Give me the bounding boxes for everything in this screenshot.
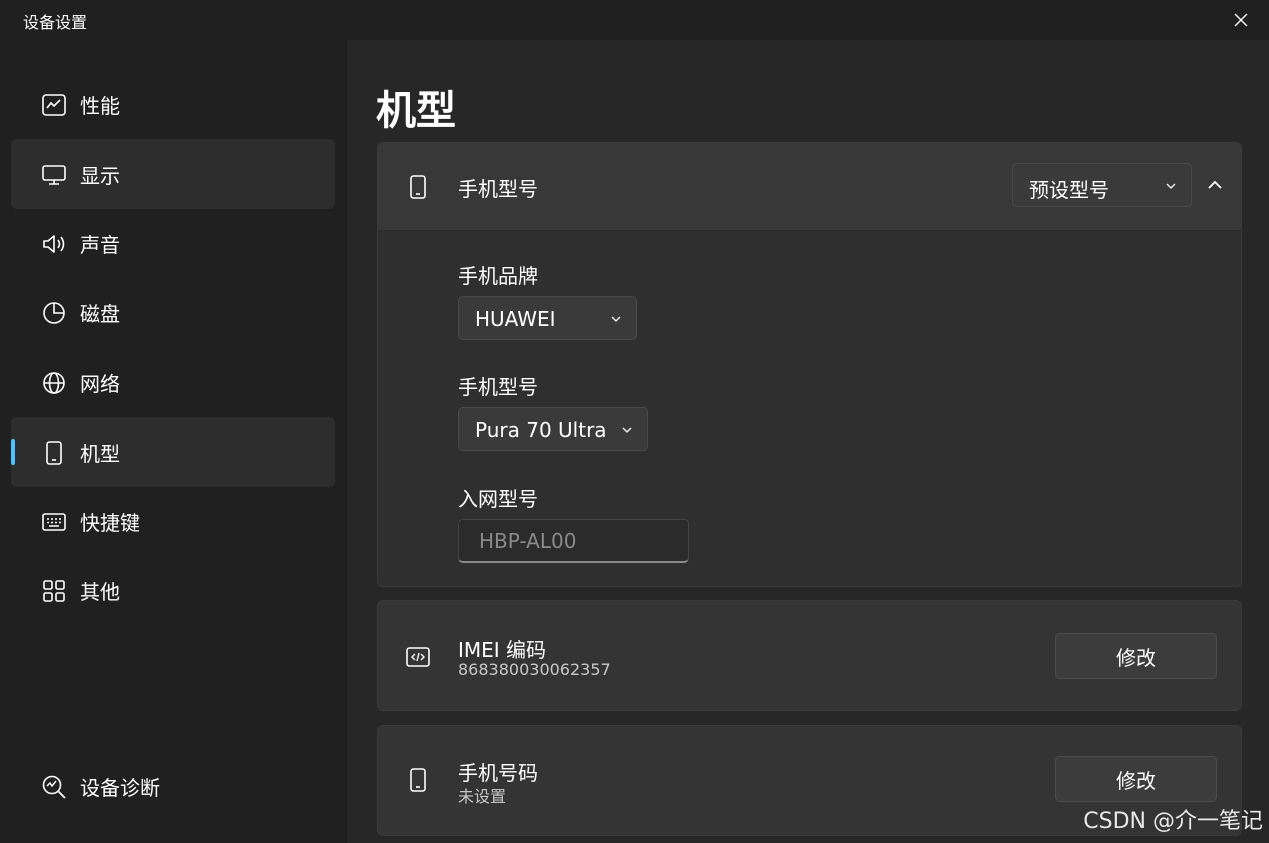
grid-icon: [40, 577, 68, 605]
sidebar-item-label: 显示: [80, 164, 120, 188]
window-title: 设备设置: [23, 13, 88, 32]
model-card-header[interactable]: 手机型号 预设型号: [378, 143, 1241, 231]
chevron-up-icon: [1208, 180, 1222, 189]
sidebar-item-label: 其他: [80, 580, 120, 604]
sidebar-item-display[interactable]: 显示: [11, 139, 335, 209]
sidebar-item-label: 机型: [80, 442, 120, 466]
chevron-down-icon: [622, 427, 632, 433]
close-icon: [1234, 13, 1248, 27]
sidebar-item-label: 性能: [80, 94, 120, 118]
page-title: 机型: [376, 88, 456, 134]
model-card: 手机型号 预设型号 手机品牌 HUAWEI 手机型号 Pura 70 Ultra: [377, 142, 1242, 587]
phone-icon: [404, 173, 432, 201]
sidebar-item-diagnostics[interactable]: 设备诊断: [11, 751, 335, 821]
sidebar-item-label: 设备诊断: [80, 776, 160, 800]
sidebar-item-sound[interactable]: 声音: [11, 208, 335, 278]
model-label: 手机型号: [458, 375, 538, 399]
sidebar: 性能 显示 声音 磁盘 网络 机型 快捷键 其他 设备诊断: [0, 40, 347, 843]
sidebar-item-network[interactable]: 网络: [11, 347, 335, 417]
chevron-down-icon: [611, 316, 621, 322]
model-value: Pura 70 Ultra: [475, 418, 607, 442]
brand-label: 手机品牌: [458, 264, 538, 288]
phone-icon: [40, 439, 68, 467]
close-button[interactable]: [1213, 0, 1269, 40]
network-model-field[interactable]: [458, 519, 689, 563]
brand-dropdown[interactable]: HUAWEI: [458, 296, 637, 340]
sidebar-item-disk[interactable]: 磁盘: [11, 277, 335, 347]
phone-number-title: 手机号码: [458, 761, 538, 785]
network-model-input[interactable]: [459, 520, 688, 561]
speaker-icon: [40, 230, 68, 258]
edit-phone-number-button[interactable]: 修改: [1055, 756, 1217, 802]
monitor-icon: [40, 161, 68, 189]
brand-value: HUAWEI: [475, 307, 556, 331]
imei-card: IMEI 编码 868380030062357 修改: [377, 600, 1242, 711]
sidebar-item-shortcuts[interactable]: 快捷键: [11, 486, 335, 556]
diagnostics-icon: [40, 773, 68, 801]
sidebar-item-label: 磁盘: [80, 302, 120, 326]
model-card-title: 手机型号: [458, 177, 538, 201]
sidebar-item-performance[interactable]: 性能: [11, 69, 335, 139]
active-indicator: [11, 439, 15, 465]
imei-value: 868380030062357: [458, 660, 611, 679]
sidebar-item-label: 快捷键: [80, 511, 140, 535]
code-icon: [404, 643, 432, 671]
preset-model-value: 预设型号: [1029, 178, 1109, 202]
sidebar-item-other[interactable]: 其他: [11, 555, 335, 625]
title-bar: 设备设置: [0, 0, 1269, 40]
edit-imei-button[interactable]: 修改: [1055, 633, 1217, 679]
model-dropdown[interactable]: Pura 70 Ultra: [458, 407, 648, 451]
sidebar-item-label: 声音: [80, 233, 120, 257]
main-pane: 机型 手机型号 预设型号 手机品牌 HUAWEI 手机型号 Pura 70 Ul…: [347, 40, 1269, 843]
phone-number-value: 未设置: [458, 787, 507, 806]
device-settings-window: 设备设置 性能 显示 声音 磁盘 网络 机型 快捷键 其他 设备诊断 机型 手机…: [0, 0, 1269, 843]
globe-icon: [40, 369, 68, 397]
network-model-label: 入网型号: [458, 487, 538, 511]
sidebar-item-model[interactable]: 机型: [11, 417, 335, 487]
collapse-button[interactable]: [1200, 170, 1230, 200]
keyboard-icon: [40, 508, 68, 536]
watermark: CSDN @介一笔记: [1083, 809, 1263, 834]
pie-chart-icon: [40, 299, 68, 327]
imei-title: IMEI 编码: [458, 638, 547, 662]
chevron-down-icon: [1166, 183, 1176, 189]
phone-icon: [404, 766, 432, 794]
sidebar-item-label: 网络: [80, 372, 120, 396]
preset-model-dropdown[interactable]: 预设型号: [1012, 163, 1192, 207]
performance-chart-icon: [40, 91, 68, 119]
